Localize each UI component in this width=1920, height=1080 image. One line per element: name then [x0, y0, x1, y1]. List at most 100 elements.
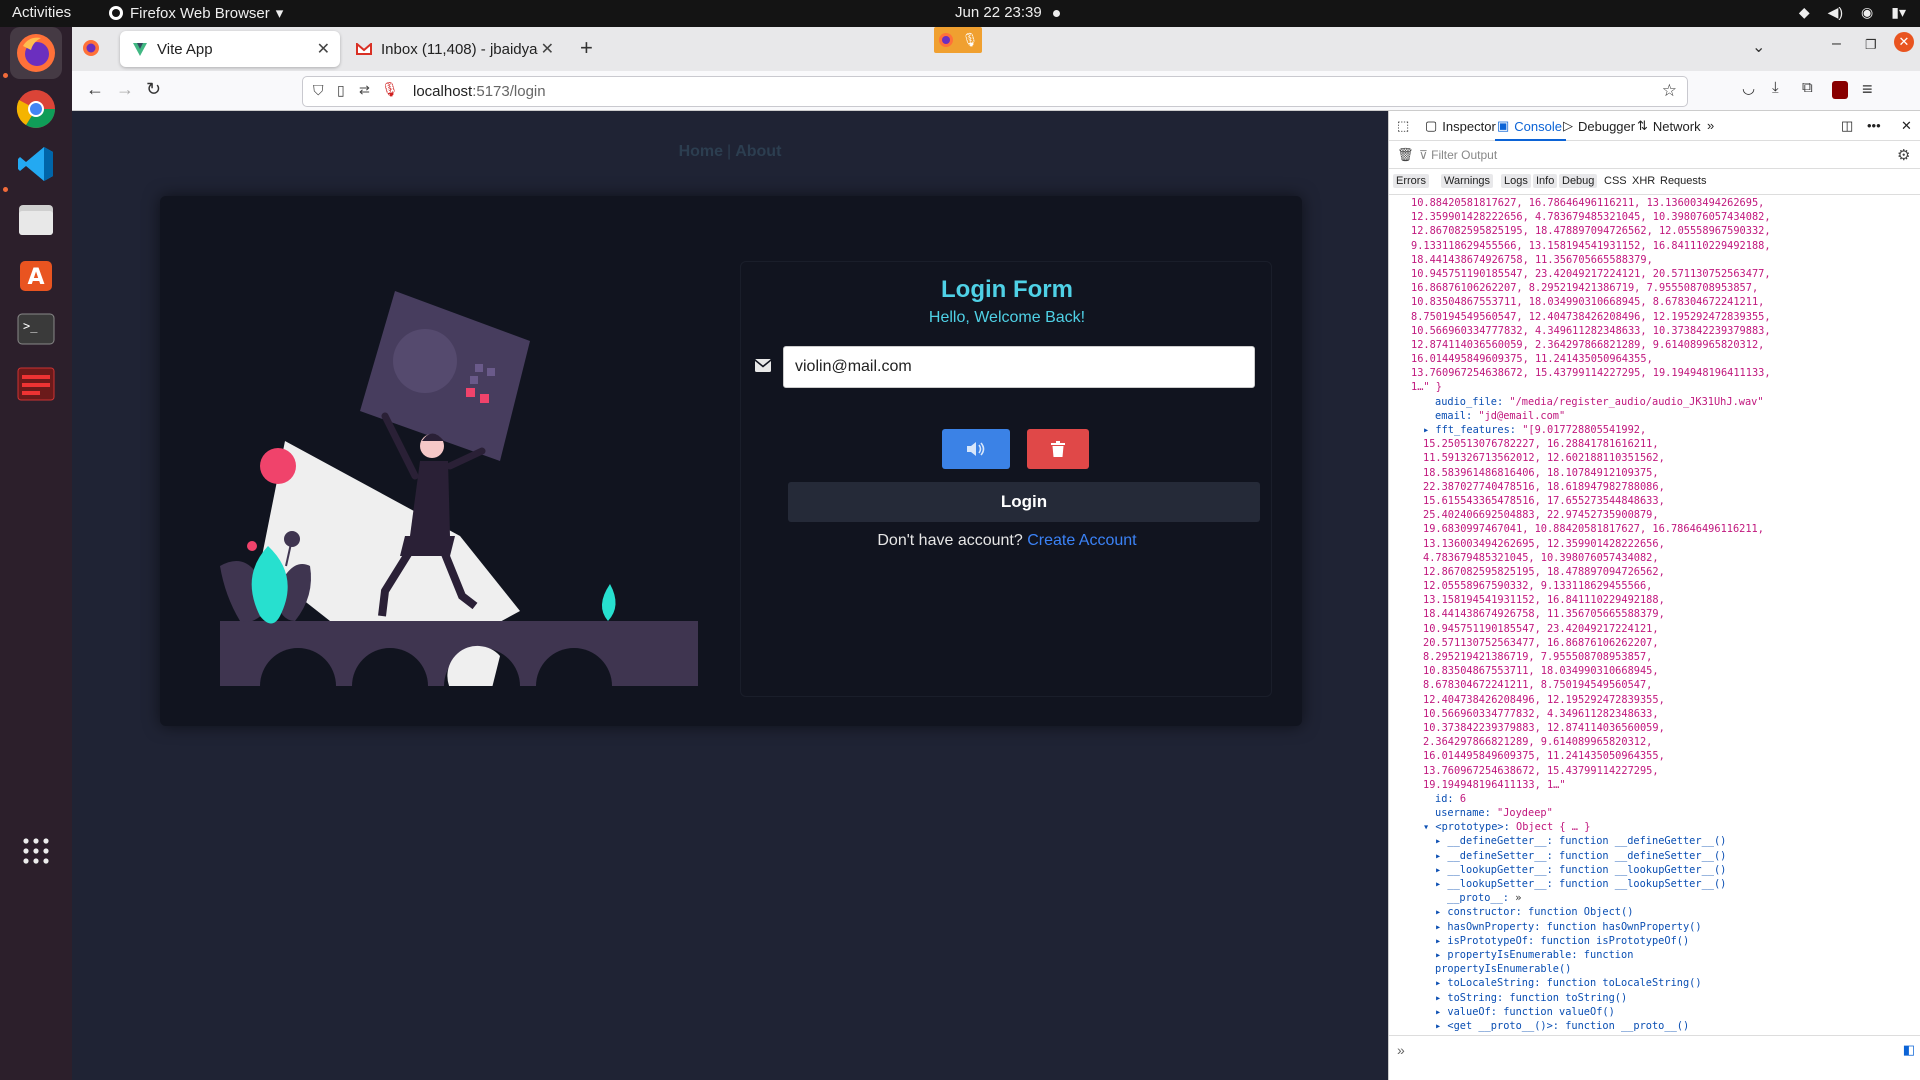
close-devtools-icon[interactable]: ✕ [1901, 118, 1912, 134]
console-value: function toLocaleString() [1546, 977, 1702, 990]
svg-text:A: A [27, 265, 44, 290]
maximize-button[interactable]: ❐ [1865, 37, 1877, 53]
console-line: 18.441438674926758, 11.356705665588379, [1389, 253, 1920, 267]
pocket-icon[interactable]: ◡ [1742, 79, 1755, 97]
console-line: ▸ hasOwnProperty: function hasOwnPropert… [1389, 920, 1920, 934]
record-audio-button[interactable] [942, 429, 1010, 469]
login-button[interactable]: Login [788, 482, 1260, 522]
filter-output-input[interactable]: ⊽ Filter Output [1419, 148, 1497, 162]
console-value: function valueOf() [1503, 1005, 1615, 1018]
forward-button[interactable]: → [116, 79, 134, 100]
new-tab-button[interactable]: + [580, 35, 593, 61]
filter-requests[interactable]: Requests [1657, 174, 1709, 188]
more-tools-icon[interactable]: » [1707, 118, 1714, 133]
email-field[interactable] [783, 346, 1255, 388]
minimize-button[interactable]: – [1832, 35, 1841, 53]
tab-console[interactable]: ▣ Console [1495, 118, 1566, 141]
editor-mode-icon[interactable]: ◧ [1903, 1042, 1915, 1058]
console-value: 12.867082595825195, 18.478897094726562, … [1411, 225, 1771, 238]
app-menu[interactable]: Firefox Web Browser ▾ [108, 4, 283, 22]
shield-icon[interactable]: ⛉ [313, 82, 324, 99]
dock-side-icon[interactable]: ◫ [1841, 118, 1853, 134]
chevron-down-icon: ▾ [275, 5, 284, 22]
nav-separator: | [727, 143, 732, 160]
system-tray[interactable]: ◆ ◀) ◉ ▮▾ [1799, 4, 1906, 21]
downloads-icon[interactable]: ⤓ [1772, 79, 1779, 96]
console-value: 13.760967254638672, 15.43799114227295, 1… [1411, 367, 1771, 380]
console-value: 10.373842239379883, 12.874114036560059, [1423, 721, 1665, 734]
permissions-icon[interactable]: ⇄ [359, 82, 370, 98]
dock-chrome[interactable] [10, 83, 62, 135]
sharing-indicator[interactable]: 🎙 [934, 27, 982, 53]
close-tab-icon[interactable]: ✕ [317, 39, 330, 59]
svg-text:>_: >_ [23, 319, 38, 333]
clock[interactable]: Jun 22 23:39 [955, 4, 1042, 21]
tab-inspector[interactable]: ▢ Inspector [1425, 118, 1496, 134]
running-indicator [3, 73, 8, 78]
console-line: 10.945751190185547, 23.42049217224121, [1389, 622, 1920, 636]
console-value: function toString() [1509, 991, 1628, 1004]
dock-software[interactable]: A [10, 248, 62, 300]
activities-button[interactable]: Activities [12, 4, 71, 21]
filter-debug[interactable]: Debug [1559, 174, 1598, 188]
console-value: 18.583961486816406, 18.10784912109375, [1423, 466, 1659, 479]
create-account-link[interactable]: Create Account [1027, 532, 1136, 549]
console-line: 10.373842239379883, 12.874114036560059, [1389, 721, 1920, 735]
settings-gear-icon[interactable]: ⚙ [1897, 146, 1910, 164]
dock-terminal[interactable]: >_ [10, 303, 62, 355]
console-line: 4.783679485321045, 10.398076057434082, [1389, 551, 1920, 565]
reload-button[interactable]: ↻ [146, 79, 161, 100]
console-value: 12.874114036560059, 2.364297866821289, 9… [1411, 338, 1765, 351]
tab-vite-app[interactable]: Vite App ✕ [120, 31, 340, 67]
firefox-view-icon[interactable] [82, 39, 100, 62]
console-line: 11.591326713562012, 12.602188110351562, [1389, 451, 1920, 465]
url-bar[interactable]: ⛉ ▯ ⇄ 🎙 localhost:5173/login ☆ [302, 76, 1688, 107]
page-icon[interactable]: ▯ [337, 82, 345, 99]
console-value: 25.402406692504883, 22.97452735900879, [1423, 509, 1659, 522]
devtools-panel: ⬚ ▢ Inspector ▣ Console ▷ Debugger ⇅ Network… [1388, 111, 1920, 1080]
close-window-button[interactable]: ✕ [1894, 32, 1914, 52]
delete-audio-button[interactable] [1027, 429, 1089, 469]
tab-debugger[interactable]: ▷ Debugger [1563, 118, 1635, 134]
filter-xhr[interactable]: XHR [1629, 174, 1658, 188]
firefox-icon [938, 33, 953, 47]
mic-permission-icon[interactable]: 🎙 [381, 81, 399, 98]
nav-home-link[interactable]: Home [679, 143, 723, 160]
ublock-icon[interactable] [1832, 81, 1848, 99]
filter-css[interactable]: CSS [1601, 174, 1630, 188]
console-line: 12.05558967590332, 9.133118629455566, [1389, 579, 1920, 593]
overflow-menu-icon[interactable]: ••• [1867, 118, 1881, 133]
show-apps-button[interactable] [10, 825, 62, 877]
console-line: audio_file: "/media/register_audio/audio… [1389, 395, 1920, 409]
console-value: 19.194948196411133, 1…" [1423, 778, 1566, 791]
console-line: 8.750194549560547, 12.404738426208496, 1… [1389, 310, 1920, 324]
url-text[interactable]: localhost:5173/login [413, 83, 546, 100]
tab-inbox[interactable]: Inbox (11,408) - jbaidya4 ✕ [344, 31, 564, 67]
dock-vscode[interactable] [10, 138, 62, 190]
console-line: ▸ __defineGetter__: function __defineGet… [1389, 834, 1920, 848]
back-button[interactable]: ← [86, 79, 104, 100]
dock-files[interactable] [10, 193, 62, 245]
filter-logs[interactable]: Logs [1501, 174, 1531, 188]
dock-app[interactable] [10, 358, 62, 410]
filter-info[interactable]: Info [1533, 174, 1558, 188]
filter-warnings[interactable]: Warnings [1441, 174, 1494, 188]
console-value: 18.441438674926758, 11.356705665588379, [1411, 253, 1653, 266]
close-tab-icon[interactable]: ✕ [537, 39, 554, 59]
running-indicator [3, 187, 8, 192]
console-line: 13.136003494262695, 12.359901428222656, [1389, 537, 1920, 551]
console-value: 13.158194541931152, 16.841110229492188, [1423, 594, 1665, 607]
console-value: 16.86876106262207, 8.295219421386719, 7.… [1411, 282, 1759, 295]
list-all-tabs-icon[interactable]: ⌄ [1752, 37, 1765, 57]
dock-firefox[interactable] [10, 27, 62, 79]
extensions-icon[interactable]: ⧉ [1802, 79, 1813, 96]
nav-about-link[interactable]: About [735, 143, 781, 160]
console-value: 4.783679485321045, 10.398076057434082, [1423, 551, 1659, 564]
clear-console-icon[interactable]: 🗑 [1397, 147, 1414, 163]
tab-network[interactable]: ⇅ Network [1637, 118, 1701, 134]
bookmark-star-icon[interactable]: ☆ [1662, 81, 1677, 101]
element-picker-icon[interactable]: ⬚ [1397, 118, 1409, 134]
filter-errors[interactable]: Errors [1393, 174, 1429, 188]
console-input[interactable]: » ◧ [1389, 1035, 1920, 1080]
menu-icon[interactable]: ≡ [1862, 79, 1873, 100]
